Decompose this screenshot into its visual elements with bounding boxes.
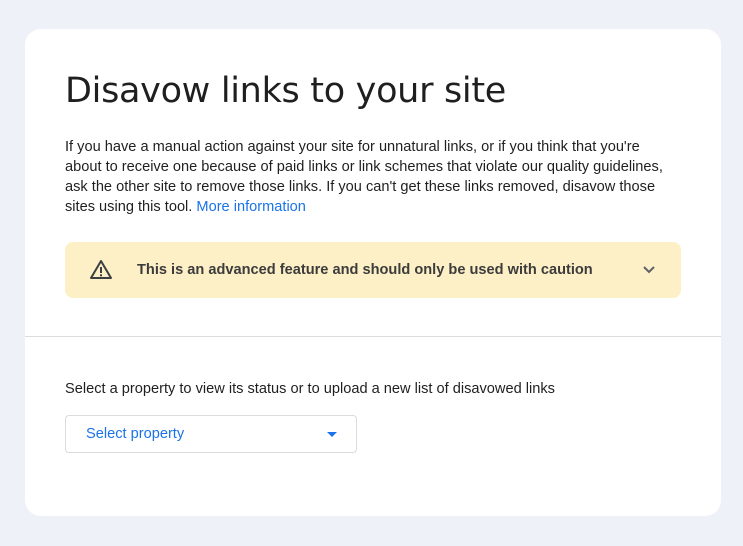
chevron-down-icon[interactable] bbox=[639, 260, 659, 280]
page-title: Disavow links to your site bbox=[65, 71, 506, 111]
property-instruction: Select a property to view its status or … bbox=[65, 381, 555, 397]
property-select-value: Select property bbox=[86, 426, 185, 442]
intro-paragraph: If you have a manual action against your… bbox=[65, 137, 665, 217]
caution-text: This is an advanced feature and should o… bbox=[137, 262, 593, 278]
header-section: Disavow links to your site If you have a… bbox=[25, 29, 721, 337]
property-select[interactable]: Select property bbox=[65, 415, 357, 453]
dropdown-caret-icon bbox=[327, 431, 337, 437]
main-card: Disavow links to your site If you have a… bbox=[25, 29, 721, 516]
more-information-link[interactable]: More information bbox=[196, 199, 306, 215]
property-section: Select a property to view its status or … bbox=[25, 337, 721, 453]
warning-triangle-icon bbox=[89, 258, 113, 282]
caution-banner[interactable]: This is an advanced feature and should o… bbox=[65, 242, 681, 298]
intro-text: If you have a manual action against your… bbox=[65, 139, 663, 215]
